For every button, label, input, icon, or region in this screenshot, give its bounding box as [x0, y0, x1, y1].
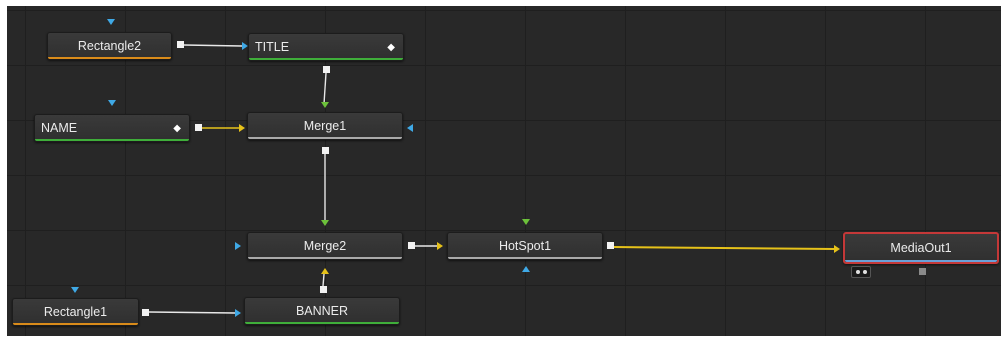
node-mediaout1-type-bar: [845, 260, 997, 262]
hotspot1-output-port[interactable]: [607, 242, 614, 249]
wire-rectangle1-banner: [148, 311, 236, 314]
view-indicator-button[interactable]: [851, 266, 871, 278]
node-merge1-type-bar: [248, 137, 402, 139]
node-merge1[interactable]: Merge1: [247, 112, 403, 140]
banner-input-arrow-icon[interactable]: [235, 309, 241, 317]
diamond-icon: ◆: [173, 123, 181, 134]
node-title-type-bar: [249, 58, 403, 60]
merge2-output-port[interactable]: [408, 242, 415, 249]
name-output-port[interactable]: [195, 124, 202, 131]
node-rectangle2-type-bar: [48, 57, 171, 59]
node-rectangle2-label: Rectangle2: [77, 39, 142, 53]
wire-hotspot1-mediaout1: [612, 246, 836, 250]
node-editor-canvas[interactable]: Rectangle2 TITLE ◆ NAME ◆ Merge1 Merge2 …: [7, 6, 1001, 336]
node-rectangle2[interactable]: Rectangle2: [47, 32, 172, 60]
merge1-foreground-input-icon[interactable]: [321, 102, 329, 108]
hotspot1-effect-mask-input-icon[interactable]: [522, 266, 530, 272]
hotspot1-background-input-icon[interactable]: [437, 242, 443, 250]
node-banner-label: BANNER: [295, 304, 349, 318]
wire-rectangle2-title: [183, 44, 243, 47]
node-banner-type-bar: [245, 322, 399, 324]
rectangle1-output-port[interactable]: [142, 309, 149, 316]
merge1-background-input-icon[interactable]: [239, 124, 245, 132]
view-indicator-dot-icon: [856, 270, 860, 274]
name-input-arrow-icon[interactable]: [108, 100, 116, 106]
node-merge2[interactable]: Merge2: [247, 232, 403, 260]
view-indicator-dot-icon: [863, 270, 867, 274]
node-rectangle1-label: Rectangle1: [43, 305, 108, 319]
node-hotspot1[interactable]: HotSpot1: [447, 232, 603, 260]
node-title-label: TITLE: [255, 40, 290, 54]
node-merge2-label: Merge2: [303, 239, 347, 253]
mediaout1-output-port[interactable]: [919, 268, 926, 275]
wire-banner-merge2: [322, 273, 325, 287]
node-hotspot1-label: HotSpot1: [498, 239, 552, 253]
node-title[interactable]: TITLE ◆: [248, 33, 404, 61]
node-rectangle1[interactable]: Rectangle1: [12, 298, 139, 326]
banner-output-port[interactable]: [320, 286, 327, 293]
title-output-port[interactable]: [323, 66, 330, 73]
hotspot1-foreground-input-icon[interactable]: [522, 219, 530, 225]
rectangle2-input-arrow-icon[interactable]: [107, 19, 115, 25]
diamond-icon: ◆: [387, 42, 395, 53]
merge2-background-input-icon[interactable]: [321, 268, 329, 274]
node-name-label: NAME: [41, 121, 78, 135]
merge2-foreground-input-icon[interactable]: [321, 220, 329, 226]
node-name-type-bar: [35, 139, 189, 141]
node-mediaout1[interactable]: MediaOut1: [843, 232, 999, 264]
node-merge1-label: Merge1: [303, 119, 347, 133]
merge1-output-port[interactable]: [322, 147, 329, 154]
rectangle1-input-arrow-icon[interactable]: [71, 287, 79, 293]
wire-title-merge1: [323, 72, 327, 105]
node-banner[interactable]: BANNER: [244, 297, 400, 325]
node-merge2-type-bar: [248, 257, 402, 259]
mediaout1-input-icon[interactable]: [834, 245, 840, 253]
node-rectangle1-type-bar: [13, 323, 138, 325]
node-name[interactable]: NAME ◆: [34, 114, 190, 142]
node-mediaout1-label: MediaOut1: [890, 241, 952, 255]
node-hotspot1-type-bar: [448, 257, 602, 259]
merge2-mask-input-icon[interactable]: [235, 242, 241, 250]
merge1-mask-input-icon[interactable]: [407, 124, 413, 132]
rectangle2-output-port[interactable]: [177, 41, 184, 48]
